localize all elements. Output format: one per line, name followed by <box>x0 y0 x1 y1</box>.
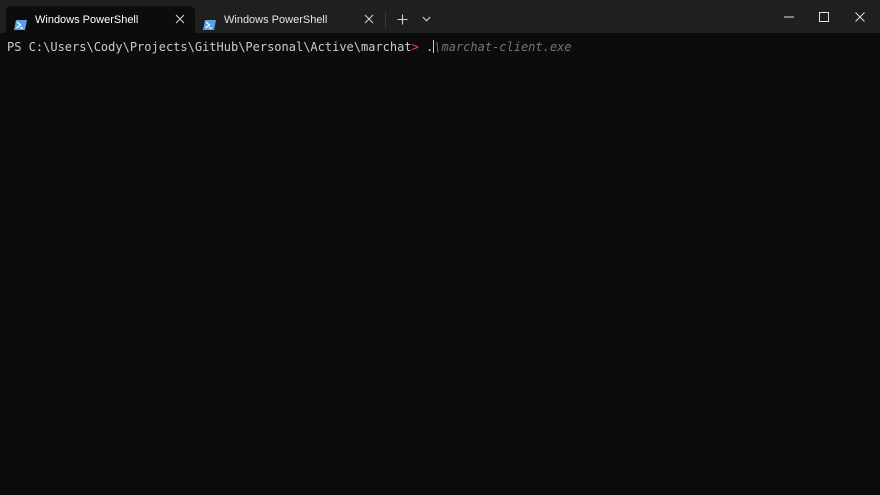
close-icon <box>855 11 865 22</box>
tab-windows-powershell-2[interactable]: Windows PowerShell <box>195 6 384 33</box>
prompt-symbol: > <box>411 40 419 54</box>
close-window-button[interactable] <box>842 0 878 33</box>
powershell-icon <box>14 15 27 30</box>
plus-icon <box>397 14 407 24</box>
command-line[interactable]: PS C:\Users\Cody\Projects\GitHub\Persona… <box>7 40 572 54</box>
maximize-button[interactable] <box>806 0 842 33</box>
minimize-icon <box>784 16 794 17</box>
new-tab-button[interactable] <box>392 9 412 29</box>
new-tab-dropdown-button[interactable] <box>417 9 435 29</box>
close-tab-icon[interactable] <box>362 12 376 26</box>
chevron-down-icon <box>421 16 431 22</box>
autocomplete-suggestion: \marchat-client.exe <box>434 40 572 54</box>
tab-windows-powershell-1[interactable]: Windows PowerShell <box>6 6 195 33</box>
close-tab-icon[interactable] <box>173 12 187 26</box>
terminal-window: Windows PowerShell Windows PowerShell PS… <box>0 0 880 495</box>
maximize-icon <box>819 11 829 22</box>
tab-divider <box>385 12 386 28</box>
terminal-output[interactable]: PS C:\Users\Cody\Projects\GitHub\Persona… <box>0 33 880 495</box>
title-bar[interactable]: Windows PowerShell Windows PowerShell <box>0 0 880 33</box>
typed-command: . <box>418 40 434 54</box>
prompt-path: PS C:\Users\Cody\Projects\GitHub\Persona… <box>7 40 412 54</box>
tab-label: Windows PowerShell <box>35 13 139 26</box>
tab-label: Windows PowerShell <box>224 13 328 26</box>
powershell-icon <box>203 15 216 30</box>
minimize-button[interactable] <box>771 0 807 33</box>
